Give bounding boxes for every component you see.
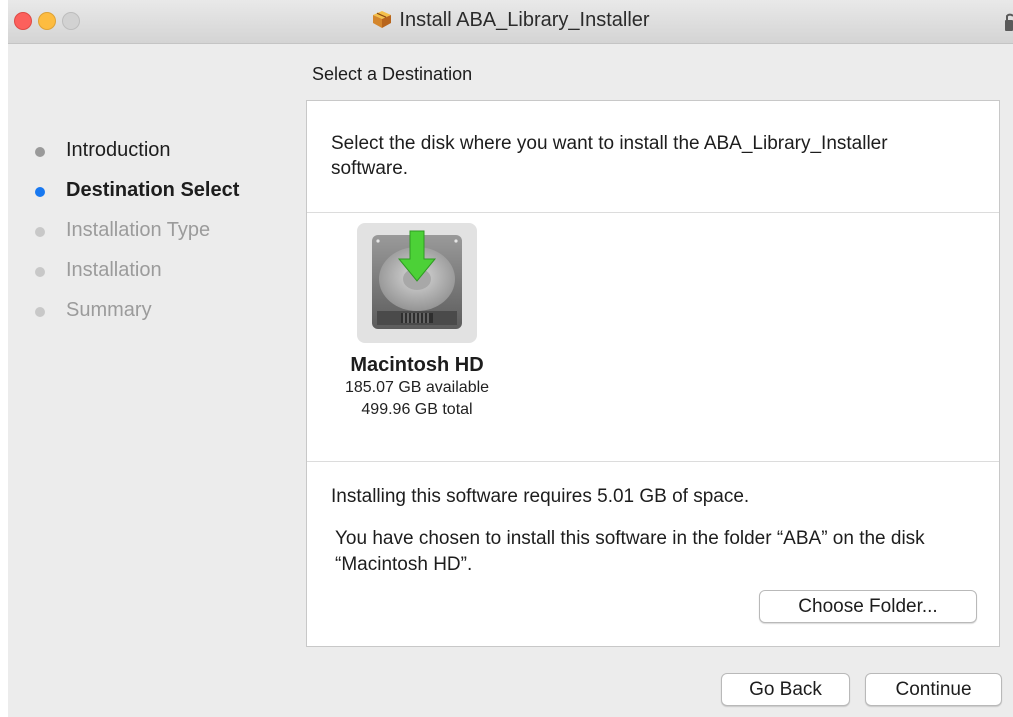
step-label: Summary [66,299,152,321]
disk-name: Macintosh HD [350,354,484,376]
step-summary: Summary [30,298,239,338]
step-label: Installation Type [66,219,211,241]
step-installation-type: Installation Type [30,218,239,258]
instruction-text: Select the disk where you want to instal… [331,133,888,179]
step-label: Installation [66,259,162,281]
step-label: Destination Select [66,179,240,201]
lock-icon [1005,13,1013,31]
step-destination-select: Destination Select [30,178,239,218]
go-back-button[interactable]: Go Back [721,673,850,706]
package-icon [373,11,392,28]
choose-folder-button[interactable]: Choose Folder... [759,590,977,623]
window-title-area: Install ABA_Library_Installer [8,9,1013,32]
window-title: Install ABA_Library_Installer [399,9,650,31]
content-panel: Select the disk where you want to instal… [306,100,1000,647]
step-list: Introduction Destination Select Installa… [30,138,239,338]
step-dot [35,227,45,237]
disk-total: 499.96 GB total [361,401,473,418]
disk-item-macintosh-hd[interactable]: Macintosh HD 185.07 GB available 499.96 … [329,223,505,421]
page-title: Select a Destination [312,64,473,84]
step-installation: Installation [30,258,239,298]
title-bar[interactable]: Install ABA_Library_Installer [8,0,1013,44]
hard-drive-icon [372,230,462,329]
step-dot [35,267,45,277]
installer-window: Install ABA_Library_Installer Select a D… [8,0,1013,717]
space-requirement-text: Installing this software requires 5.01 G… [331,486,750,507]
disk-selection-highlight[interactable] [357,223,477,343]
disk-available: 185.07 GB available [344,379,490,396]
step-label: Introduction [66,139,171,161]
continue-button[interactable]: Continue [865,673,1002,706]
step-dot [35,147,45,157]
step-dot [35,187,45,197]
step-dot [35,307,45,317]
chosen-location-text: You have chosen to install this software… [335,528,925,575]
divider [307,461,999,462]
divider [307,212,999,213]
step-introduction: Introduction [30,138,239,178]
